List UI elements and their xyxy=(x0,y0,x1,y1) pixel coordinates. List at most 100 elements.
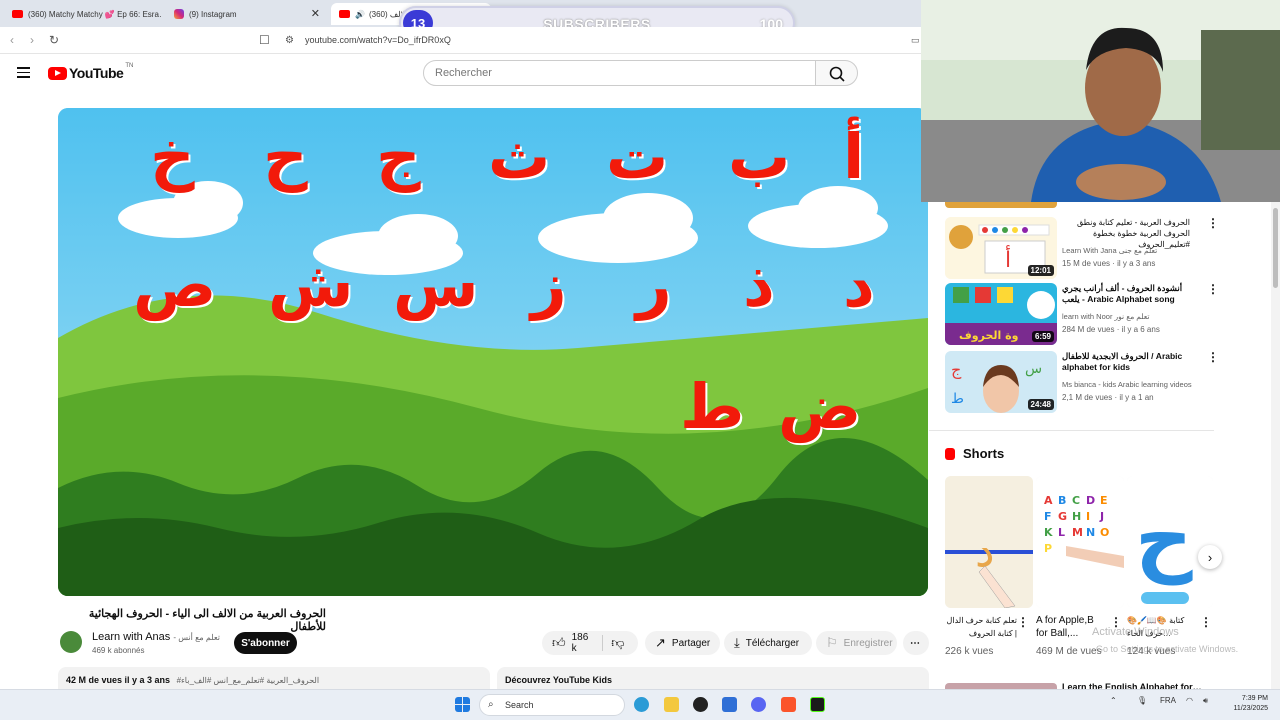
bookmark-icon[interactable]: ☐ xyxy=(259,33,270,47)
channel-name[interactable]: Learn with Anas - تعلم مع أنس xyxy=(92,631,220,643)
network-icon[interactable]: ◠ xyxy=(1186,696,1193,705)
short-title[interactable]: تعلم كتابة حرف الدال | كتابة الحروف xyxy=(945,614,1017,640)
save-button[interactable]: ⚐ Enregistrer xyxy=(816,631,897,655)
channel-name[interactable]: learn with Noor تعلم مع نور xyxy=(1062,312,1149,321)
svg-text:A: A xyxy=(1044,494,1053,507)
more-options-icon[interactable]: ⋮ xyxy=(1017,616,1029,628)
clock[interactable]: 7:39 PM 11/23/2025 xyxy=(1224,694,1268,714)
file-explorer-icon[interactable] xyxy=(664,697,679,712)
youtube-icon xyxy=(339,10,350,18)
duration-badge: 12:01 xyxy=(1027,265,1054,276)
video-thumbnail[interactable]: أ 12:01 xyxy=(945,217,1057,279)
video-thumbnail[interactable]: ج ط س 24:48 xyxy=(945,351,1057,413)
svg-text:ح: ح xyxy=(1135,492,1193,586)
chrome-icon[interactable] xyxy=(693,697,708,712)
letter: خ xyxy=(150,120,195,193)
cast-icon[interactable]: ▭ xyxy=(911,35,920,46)
language-indicator[interactable]: FRA xyxy=(1160,696,1176,705)
close-icon[interactable]: ✕ xyxy=(311,7,320,20)
instagram-icon xyxy=(174,9,184,19)
tray-chevron-icon[interactable]: ⌃ xyxy=(1110,696,1117,705)
like-dislike-group: 👍︎ 186 k 👎︎ xyxy=(542,631,638,655)
letter: ز xyxy=(531,248,567,321)
brave-icon[interactable] xyxy=(781,697,796,712)
more-actions-icon[interactable]: ⋯ xyxy=(903,631,929,655)
url-field[interactable]: youtube.com/watch?v=Do_ifrDR0xQ xyxy=(305,35,451,45)
views-date: 42 M de vues il y a 3 ans xyxy=(66,675,171,685)
volume-icon[interactable]: 🔊︎ xyxy=(1203,696,1208,706)
windows-start-icon[interactable] xyxy=(455,697,470,712)
reload-icon[interactable]: ↻ xyxy=(49,33,59,47)
microphone-icon[interactable]: 🎙︎ xyxy=(1137,696,1147,705)
taskbar-search[interactable]: ⌕ Search xyxy=(479,694,625,716)
video-thumbnail[interactable]: وة الحروف 6:59 xyxy=(945,283,1057,345)
svg-text:J: J xyxy=(1099,510,1104,523)
youtube-icon xyxy=(12,10,23,18)
svg-text:I: I xyxy=(1086,510,1090,523)
youtube-kids-banner[interactable]: Découvrez YouTube Kids xyxy=(497,667,929,689)
search-input[interactable]: Rechercher xyxy=(423,60,816,86)
scrollbar[interactable] xyxy=(1271,202,1280,690)
like-icon[interactable]: 👍︎ xyxy=(552,635,566,651)
more-options-icon[interactable]: ⋮ xyxy=(1207,217,1219,229)
shorts-heading: Shorts xyxy=(945,446,1004,461)
video-player[interactable]: أ ب ت ث ج ح خ د ذ ر ز س ش ص ض ط xyxy=(58,108,928,596)
share-button[interactable]: ↗ Partager xyxy=(645,631,720,655)
related-video-item[interactable]: وة الحروف 6:59 أنشودة الحروف - ألف أرانب… xyxy=(945,283,1219,345)
video-title[interactable]: الحروف الابجدية للاطفال / Arabic alphabe… xyxy=(1062,351,1190,373)
edge-icon[interactable] xyxy=(634,697,649,712)
chevron-right-icon[interactable]: › xyxy=(1198,545,1222,569)
channel-subscribers: 469 k abonnés xyxy=(92,646,145,655)
tab-label: (9) Instagram xyxy=(189,9,237,19)
like-count[interactable]: 186 k xyxy=(572,632,589,654)
short-thumbnail[interactable]: ABCDE FGHIJ KLMNO P xyxy=(1036,476,1124,608)
svg-text:E: E xyxy=(1100,494,1108,507)
channel-name[interactable]: Ms bianca - kids Arabic learning videos xyxy=(1062,380,1192,389)
short-thumbnail[interactable]: ح xyxy=(1127,476,1213,608)
menu-icon[interactable] xyxy=(17,67,30,78)
letter: ذ xyxy=(743,248,775,321)
video-title[interactable]: أنشودة الحروف - ألف أرانب يجري يلعب - Ar… xyxy=(1062,283,1190,305)
windows-taskbar: ⌕ Search ⌃ 🎙︎ FRA ◠ 🔊︎ 7:39 PM 11/23/202… xyxy=(0,689,1280,720)
audio-icon[interactable]: 🔊 xyxy=(355,10,365,19)
subscribe-button[interactable]: S'abonner xyxy=(234,632,297,654)
tab-instagram[interactable]: (9) Instagram ✕ xyxy=(166,3,328,25)
more-options-icon[interactable]: ⋮ xyxy=(1200,616,1212,628)
partial-thumbnail xyxy=(945,202,1057,208)
obs-icon[interactable] xyxy=(810,697,825,712)
shorts-heading-text: Shorts xyxy=(963,446,1005,461)
scrollbar-thumb[interactable] xyxy=(1273,208,1278,288)
more-options-icon[interactable]: ⋮ xyxy=(1207,283,1219,295)
youtube-logo[interactable]: YouTube TN xyxy=(48,63,133,81)
channel-name[interactable]: Learn With Jana تعلم مع جنى xyxy=(1062,246,1157,255)
related-video-item[interactable]: أ 12:01 الحروف العربية - تعليم كتابة ونط… xyxy=(945,217,1219,279)
more-options-icon[interactable]: ⋮ xyxy=(1110,616,1122,628)
site-info-icon[interactable]: ⚙ xyxy=(285,35,294,46)
discord-icon[interactable] xyxy=(751,697,766,712)
download-label: Télécharger xyxy=(745,637,800,649)
description-box[interactable]: 42 M de vues il y a 3 ans #الحروف_العربي… xyxy=(58,667,490,689)
search-button[interactable] xyxy=(815,60,858,86)
tab-matchy[interactable]: (360) Matchy Matchy 💕 Ep 66: Esra… xyxy=(4,3,162,25)
hashtags[interactable]: #الحروف_العربية #تعلم_مع_انس #الف_باء xyxy=(177,676,319,685)
letter: ج xyxy=(376,120,421,193)
forward-icon[interactable]: › xyxy=(30,33,34,47)
channel-name-text: Learn with Anas xyxy=(92,631,171,643)
short-views: 226 k vues xyxy=(945,646,994,657)
download-button[interactable]: ⤓ Télécharger xyxy=(724,631,812,655)
related-video-item[interactable]: ج ط س 24:48 الحروف الابجدية للاطفال / Ar… xyxy=(945,351,1219,413)
video-meta: 15 M de vues · il y a 3 ans xyxy=(1062,259,1156,268)
svg-text:ج: ج xyxy=(951,360,962,380)
save-label: Enregistrer xyxy=(843,637,893,649)
svg-text:K: K xyxy=(1044,526,1053,539)
letter: ط xyxy=(680,370,745,443)
svg-text:L: L xyxy=(1058,526,1065,539)
channel-avatar[interactable] xyxy=(60,631,82,653)
activate-windows-subtext: Go to Settings to activate Windows. xyxy=(1096,644,1239,654)
store-icon[interactable] xyxy=(722,697,737,712)
svg-text:P: P xyxy=(1044,542,1052,555)
back-icon[interactable]: ‹ xyxy=(10,33,14,47)
more-options-icon[interactable]: ⋮ xyxy=(1207,351,1219,363)
short-thumbnail[interactable]: د xyxy=(945,476,1033,608)
dislike-icon[interactable]: 👎︎ xyxy=(602,635,624,651)
